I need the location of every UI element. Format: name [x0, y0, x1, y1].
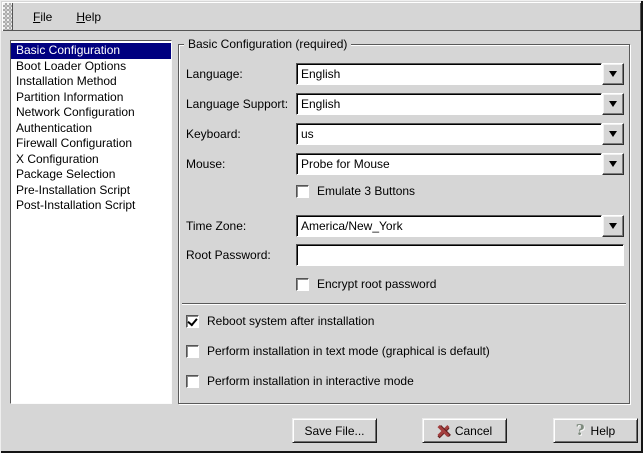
cancel-button-label: Cancel: [455, 424, 492, 438]
frame-title: Basic Configuration (required): [184, 37, 351, 51]
language-support-label: Language Support:: [186, 93, 288, 115]
emulate-3-buttons-checkbox[interactable]: [296, 185, 309, 198]
sidebar-item-package-selection[interactable]: Package Selection: [11, 167, 171, 183]
separator: [182, 303, 626, 305]
keyboard-label: Keyboard:: [186, 123, 241, 145]
sidebar-item-basic-configuration[interactable]: Basic Configuration: [11, 43, 171, 59]
interactive-mode-label: Perform installation in interactive mode: [207, 374, 414, 389]
menu-file[interactable]: File: [21, 5, 64, 29]
time-zone-input[interactable]: [296, 215, 602, 237]
sidebar-item-x-configuration[interactable]: X Configuration: [11, 152, 171, 168]
menu-help[interactable]: Help: [64, 5, 113, 29]
encrypt-root-password-row: Encrypt root password: [296, 277, 436, 292]
language-support-combo: [296, 93, 624, 115]
cancel-button[interactable]: Cancel: [422, 418, 507, 443]
sidebar-item-firewall-configuration[interactable]: Firewall Configuration: [11, 136, 171, 152]
language-input[interactable]: [296, 63, 602, 85]
sidebar-item-boot-loader-options[interactable]: Boot Loader Options: [11, 59, 171, 75]
mouse-input[interactable]: [296, 153, 602, 175]
encrypt-root-password-label: Encrypt root password: [317, 277, 436, 292]
question-mark-icon: ?: [576, 423, 585, 438]
mouse-combo: [296, 153, 624, 175]
language-support-input[interactable]: [296, 93, 602, 115]
chevron-down-icon: [609, 71, 617, 77]
help-button[interactable]: ? Help: [553, 418, 638, 443]
sidebar-item-installation-method[interactable]: Installation Method: [11, 74, 171, 90]
time-zone-combo: [296, 215, 624, 237]
menubar-drag-handle[interactable]: [2, 2, 13, 31]
menu-bar: File Help: [2, 2, 641, 31]
root-password-input[interactable]: [296, 244, 624, 266]
keyboard-combo: [296, 123, 624, 145]
chevron-down-icon: [609, 101, 617, 107]
emulate-3-buttons-row: Emulate 3 Buttons: [296, 184, 415, 199]
text-mode-label: Perform installation in text mode (graph…: [207, 344, 490, 359]
time-zone-label: Time Zone:: [186, 215, 246, 237]
sidebar-item-partition-information[interactable]: Partition Information: [11, 90, 171, 106]
mouse-dropdown-button[interactable]: [602, 153, 624, 175]
basic-configuration-frame: Basic Configuration (required) Language:…: [178, 44, 630, 404]
language-combo: [296, 63, 624, 85]
save-file-button[interactable]: Save File...: [292, 418, 377, 443]
chevron-down-icon: [609, 131, 617, 137]
language-label: Language:: [186, 63, 243, 85]
category-list: Basic Configuration Boot Loader Options …: [10, 40, 172, 404]
cancel-x-icon: [437, 425, 449, 437]
kickstart-configurator-window: File Help Basic Configuration Boot Loade…: [0, 0, 643, 453]
sidebar-item-network-configuration[interactable]: Network Configuration: [11, 105, 171, 121]
chevron-down-icon: [609, 223, 617, 229]
emulate-3-buttons-label: Emulate 3 Buttons: [317, 184, 415, 199]
sidebar-item-authentication[interactable]: Authentication: [11, 121, 171, 137]
save-file-button-label: Save File...: [304, 424, 364, 438]
interactive-mode-row: Perform installation in interactive mode: [186, 374, 414, 389]
chevron-down-icon: [609, 161, 617, 167]
reboot-checkbox[interactable]: [186, 315, 199, 328]
language-support-dropdown-button[interactable]: [602, 93, 624, 115]
help-button-label: Help: [591, 424, 616, 438]
keyboard-input[interactable]: [296, 123, 602, 145]
keyboard-dropdown-button[interactable]: [602, 123, 624, 145]
sidebar-item-pre-installation-script[interactable]: Pre-Installation Script: [11, 183, 171, 199]
language-dropdown-button[interactable]: [602, 63, 624, 85]
text-mode-row: Perform installation in text mode (graph…: [186, 344, 490, 359]
reboot-label: Reboot system after installation: [207, 314, 374, 329]
time-zone-dropdown-button[interactable]: [602, 215, 624, 237]
menu-items: File Help: [13, 2, 113, 31]
encrypt-root-password-checkbox[interactable]: [296, 278, 309, 291]
reboot-row: Reboot system after installation: [186, 314, 374, 329]
mouse-label: Mouse:: [186, 153, 225, 175]
interactive-mode-checkbox[interactable]: [186, 375, 199, 388]
sidebar-item-post-installation-script[interactable]: Post-Installation Script: [11, 198, 171, 214]
root-password-label: Root Password:: [186, 244, 271, 266]
text-mode-checkbox[interactable]: [186, 345, 199, 358]
